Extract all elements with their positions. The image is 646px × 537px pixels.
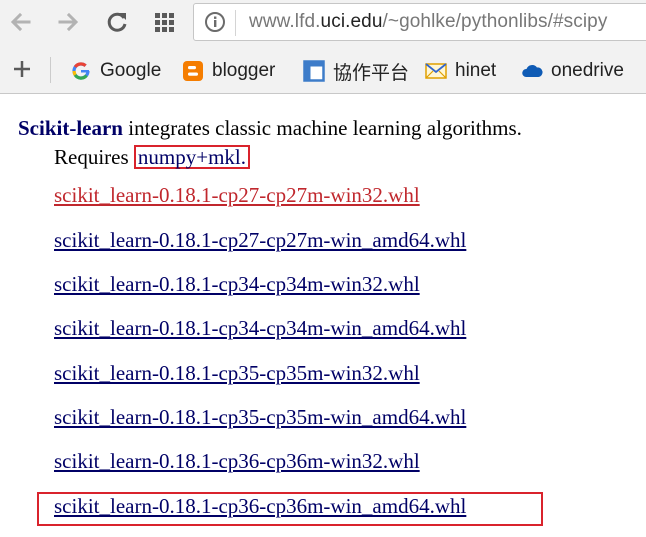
page-content: Scikit-learn integrates classic machine … <box>0 94 646 537</box>
reload-icon <box>107 12 127 32</box>
download-link[interactable]: scikit_learn-0.18.1-cp36-cp36m-win32.whl <box>54 449 420 474</box>
bookmark-sites[interactable]: 協作平台 <box>303 57 409 85</box>
bookmark-blogger[interactable]: blogger <box>182 57 275 85</box>
google-icon <box>72 62 90 80</box>
add-bookmark-icon[interactable] <box>12 59 32 79</box>
sites-icon <box>303 60 325 82</box>
bookmark-google[interactable]: Google <box>70 57 161 85</box>
info-icon[interactable] <box>204 11 226 33</box>
package-name[interactable]: Scikit-learn <box>18 116 123 140</box>
bookmark-label: 協作平台 <box>333 62 410 84</box>
download-link[interactable]: scikit_learn-0.18.1-cp27-cp27m-win32.whl <box>54 183 420 208</box>
url-prefix: www.lfd. <box>249 11 321 32</box>
bookmark-label: Google <box>100 60 162 81</box>
requirements-line: Requires numpy+mkl. <box>54 145 251 170</box>
bookmark-label: onedrive <box>551 60 624 81</box>
apps-button[interactable] <box>151 9 177 35</box>
browser-chrome: www.lfd.uci.edu/~gohlke/pythonlibs/#scip… <box>0 0 646 94</box>
download-link[interactable]: scikit_learn-0.18.1-cp34-cp34m-win_amd64… <box>54 316 466 341</box>
bookmark-hinet[interactable]: hinet <box>425 57 496 85</box>
download-link[interactable]: scikit_learn-0.18.1-cp27-cp27m-win_amd64… <box>54 228 466 253</box>
cloud-icon <box>522 65 543 77</box>
package-intro: Scikit-learn integrates classic machine … <box>18 116 522 141</box>
url-path: /~gohlke/pythonlibs/#scipy <box>382 11 608 32</box>
address-bar[interactable]: www.lfd.uci.edu/~gohlke/pythonlibs/#scip… <box>193 3 646 41</box>
apps-grid-icon <box>155 13 174 32</box>
dependency-link[interactable]: numpy+mkl. <box>133 145 251 169</box>
address-bar-divider <box>235 10 236 36</box>
blogger-icon <box>183 61 203 81</box>
url-text[interactable]: www.lfd.uci.edu/~gohlke/pythonlibs/#scip… <box>249 11 607 33</box>
bookmarks-divider <box>50 57 51 83</box>
bookmark-label: hinet <box>455 60 497 81</box>
package-description: integrates classic machine learning algo… <box>123 116 522 140</box>
highlight-box <box>37 492 543 526</box>
download-link[interactable]: scikit_learn-0.18.1-cp34-cp34m-win32.whl <box>54 272 420 297</box>
bookmark-onedrive[interactable]: onedrive <box>521 57 624 85</box>
forward-arrow-icon <box>58 12 79 32</box>
forward-button[interactable] <box>55 9 81 35</box>
reload-button[interactable] <box>104 9 130 35</box>
download-link[interactable]: scikit_learn-0.18.1-cp35-cp35m-win_amd64… <box>54 405 466 430</box>
back-arrow-icon <box>10 12 31 32</box>
mail-icon <box>425 63 447 79</box>
back-button[interactable] <box>8 9 34 35</box>
url-host: uci.edu <box>320 11 383 32</box>
bookmark-label: blogger <box>212 60 276 81</box>
requires-label: Requires <box>54 145 134 169</box>
download-link[interactable]: scikit_learn-0.18.1-cp35-cp35m-win32.whl <box>54 361 420 386</box>
